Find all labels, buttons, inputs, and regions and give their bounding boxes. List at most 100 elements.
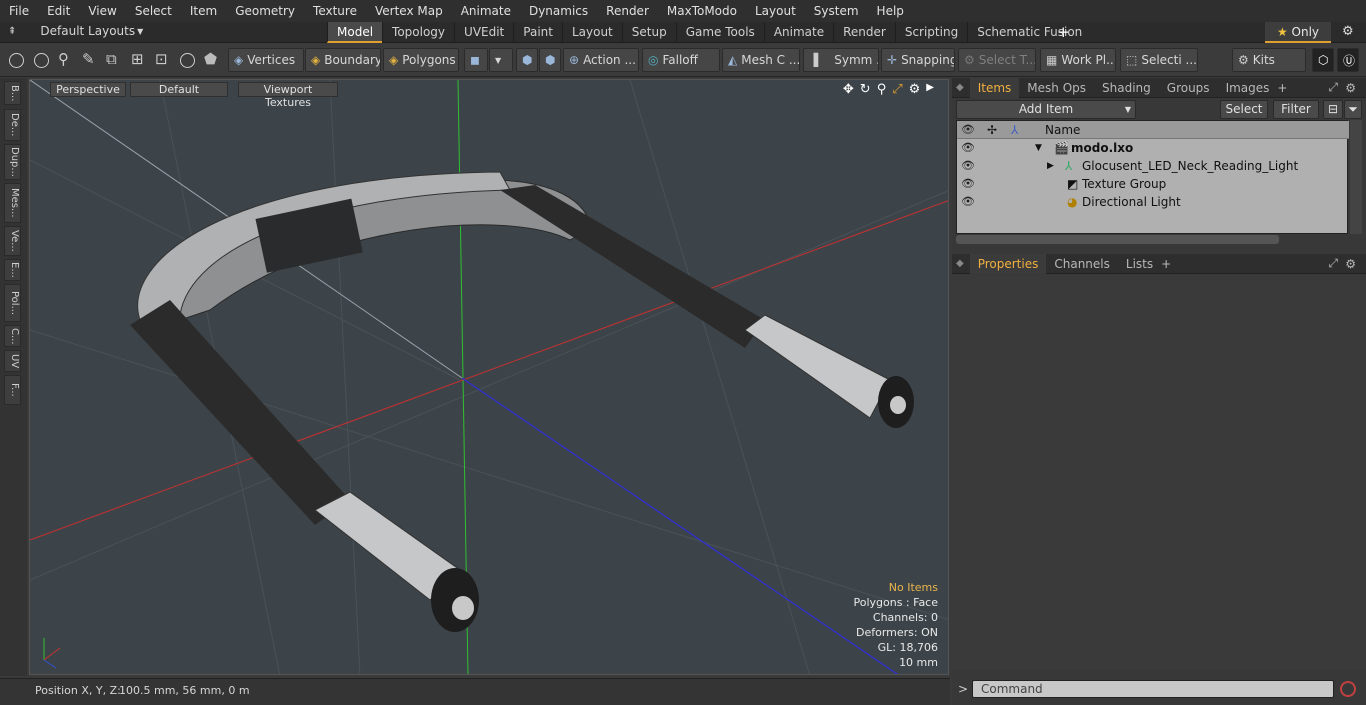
tree-vertical-scrollbar[interactable]: [1350, 120, 1362, 234]
tab-mesh-ops[interactable]: Mesh Ops: [1019, 81, 1094, 95]
material-button[interactable]: ⬢: [516, 48, 538, 72]
unreal-button[interactable]: Ⓤ: [1337, 48, 1359, 72]
left-tab-uv[interactable]: UV: [4, 350, 21, 372]
tab-items[interactable]: Items: [969, 77, 1020, 98]
visibility-eye-icon[interactable]: 👁: [961, 139, 975, 157]
menu-system[interactable]: System: [805, 4, 868, 18]
tab-paint[interactable]: Paint: [513, 22, 562, 43]
funnel-button[interactable]: ⏷: [1344, 100, 1362, 119]
globe-icon[interactable]: [34, 53, 49, 68]
tab-uvedit[interactable]: UVEdit: [454, 22, 513, 43]
filter-button[interactable]: Filter: [1273, 100, 1319, 119]
only-toggle[interactable]: ★ Only: [1265, 22, 1331, 43]
square-circle-icon[interactable]: ⊡: [155, 50, 168, 68]
collapse-button[interactable]: ⊟: [1323, 100, 1343, 119]
panel-grip-icon[interactable]: ◆: [956, 82, 964, 93]
expand-panel-icon[interactable]: ⤢: [1328, 256, 1338, 271]
snapping-button[interactable]: ✛ Snapping: [881, 48, 955, 72]
mesh-constraint-button[interactable]: ◭ Mesh C ...: [722, 48, 800, 72]
menu-select[interactable]: Select: [126, 4, 181, 18]
left-tab-fusion[interactable]: F...: [4, 375, 21, 405]
menu-layout[interactable]: Layout: [746, 4, 805, 18]
visibility-eye-icon[interactable]: 👁: [961, 157, 975, 175]
tab-animate[interactable]: Animate: [763, 22, 833, 43]
selection-sets-button[interactable]: ⬚ Selecti ...: [1120, 48, 1198, 72]
tree-row-scene[interactable]: 👁 ▼ 🎬 modo.lxo: [957, 139, 1349, 157]
view-type-perspective[interactable]: Perspective: [50, 82, 126, 97]
tab-shading[interactable]: Shading: [1094, 81, 1159, 95]
select-button[interactable]: Select: [1220, 100, 1268, 119]
pen-icon[interactable]: ⚲: [58, 50, 69, 68]
rotate-icon[interactable]: [180, 53, 195, 68]
mode-dropdown-button[interactable]: ▼: [489, 48, 513, 72]
tree-horizontal-scrollbar[interactable]: [956, 235, 1279, 244]
panel-gear-icon[interactable]: ⚙: [1345, 257, 1356, 271]
layouts-dropdown[interactable]: ⇞ Default Layouts ▼: [8, 24, 143, 38]
command-input[interactable]: Command: [972, 680, 1334, 698]
menu-maxtomodo[interactable]: MaxToModo: [658, 4, 746, 18]
center-icon[interactable]: ⊞: [131, 50, 144, 68]
name-column-header[interactable]: Name: [1045, 121, 1080, 139]
menu-animate[interactable]: Animate: [452, 4, 520, 18]
menu-texture[interactable]: Texture: [304, 4, 366, 18]
tab-properties[interactable]: Properties: [969, 253, 1047, 274]
menu-view[interactable]: View: [79, 4, 125, 18]
panel-grip-icon[interactable]: ◆: [956, 258, 964, 269]
menu-file[interactable]: File: [0, 4, 38, 18]
shading-default[interactable]: Default: [130, 82, 228, 97]
visibility-eye-icon[interactable]: 👁: [961, 193, 975, 211]
item-mode-button[interactable]: ◼: [464, 48, 488, 72]
record-macro-icon[interactable]: [1340, 681, 1356, 697]
menu-geometry[interactable]: Geometry: [226, 4, 304, 18]
panel-gear-icon[interactable]: ⚙: [1345, 81, 1356, 95]
left-tab-basic[interactable]: B...: [4, 81, 21, 105]
menu-dynamics[interactable]: Dynamics: [520, 4, 597, 18]
move-icon[interactable]: ✥: [843, 82, 854, 97]
viewport-textures[interactable]: Viewport Textures: [238, 82, 338, 109]
action-button[interactable]: ⊕ Action ...: [563, 48, 639, 72]
pivot-button[interactable]: ⬢: [539, 48, 561, 72]
align-icon[interactable]: ⧉: [106, 50, 117, 68]
left-tab-duplicate[interactable]: Dup...: [4, 144, 21, 180]
polygons-button[interactable]: ◈ Polygons: [383, 48, 459, 72]
tree-row-directional-light[interactable]: 👁 ◕ Directional Light: [957, 193, 1349, 211]
3d-viewport[interactable]: Perspective Default Viewport Textures ✥ …: [29, 79, 949, 675]
expand-panel-icon[interactable]: ⤢: [1328, 80, 1338, 95]
tree-row-mesh[interactable]: 👁 ▶ ⅄ Glocusent_LED_Neck_Reading_Light: [957, 157, 1349, 175]
add-tab-icon[interactable]: +: [1161, 257, 1171, 271]
kits-button[interactable]: ⚙ Kits: [1232, 48, 1306, 72]
brush-icon[interactable]: ✎: [82, 50, 95, 68]
left-tab-polygon[interactable]: Pol...: [4, 284, 21, 322]
tab-scripting[interactable]: Scripting: [894, 22, 967, 43]
expand-triangle-icon[interactable]: ▼: [1035, 139, 1042, 157]
maximize-icon[interactable]: ⤢: [892, 82, 902, 97]
add-item-dropdown[interactable]: Add Item ▼: [956, 100, 1136, 119]
shield-icon[interactable]: ⬟: [204, 50, 217, 68]
tree-row-texture-group[interactable]: 👁 ◩ Texture Group: [957, 175, 1349, 193]
gear-icon[interactable]: ⚙: [1342, 24, 1354, 39]
left-tab-mesh-edit[interactable]: Mes...: [4, 183, 21, 223]
tab-channels[interactable]: Channels: [1046, 257, 1118, 271]
viewport-scene[interactable]: [30, 80, 949, 675]
tab-lists[interactable]: Lists: [1118, 257, 1161, 271]
left-tab-vertex[interactable]: Ve...: [4, 226, 21, 256]
triangle-right-icon[interactable]: ▶: [926, 82, 934, 97]
tab-schematic-fusion[interactable]: Schematic Fusion: [967, 22, 1091, 43]
collapsed-triangle-icon[interactable]: ▶: [1047, 157, 1054, 175]
menu-vertex-map[interactable]: Vertex Map: [366, 4, 452, 18]
menu-help[interactable]: Help: [868, 4, 913, 18]
add-tab-icon[interactable]: +: [1057, 23, 1070, 41]
expand-icon[interactable]: ⇞: [8, 26, 16, 37]
tab-game-tools[interactable]: Game Tools: [675, 22, 764, 43]
menu-item[interactable]: Item: [181, 4, 226, 18]
zoom-icon[interactable]: ⚲: [877, 82, 887, 97]
symmetry-button[interactable]: ▐ Symm ...: [803, 48, 879, 72]
menu-edit[interactable]: Edit: [38, 4, 79, 18]
falloff-button[interactable]: ◎ Falloff: [642, 48, 720, 72]
left-tab-edge[interactable]: E...: [4, 259, 21, 281]
tab-layout[interactable]: Layout: [561, 22, 622, 43]
boundary-button[interactable]: ◈ Boundary: [305, 48, 381, 72]
tab-setup[interactable]: Setup: [621, 22, 676, 43]
work-plane-button[interactable]: ▦ Work Pl...: [1040, 48, 1116, 72]
tab-groups[interactable]: Groups: [1159, 81, 1218, 95]
